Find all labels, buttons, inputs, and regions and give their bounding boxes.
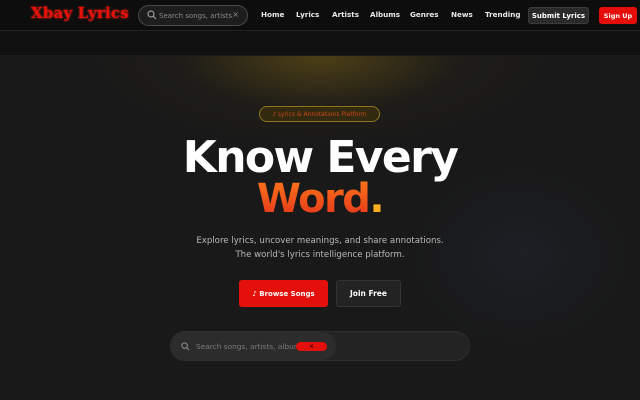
nav-link-albums[interactable]: Albums xyxy=(370,10,400,19)
nav-link-genres[interactable]: Genres xyxy=(410,10,439,19)
submit-lyrics-button[interactable]: Submit Lyrics xyxy=(528,7,589,24)
nav-link-news[interactable]: News xyxy=(451,10,473,19)
close-icon[interactable]: × xyxy=(232,10,239,19)
hero-subtitle: Explore lyrics, uncover meanings, and sh… xyxy=(196,236,444,260)
sub-bar xyxy=(0,31,640,56)
nav-link-trending[interactable]: Trending xyxy=(485,10,521,19)
search-icon xyxy=(147,10,157,20)
join-free-button[interactable]: Join Free xyxy=(336,280,401,307)
nav-search-box[interactable]: × xyxy=(138,5,248,26)
hero-headline-word: Word xyxy=(256,176,371,222)
hero-headline-dot: . xyxy=(369,176,384,222)
nav-link-lyrics[interactable]: Lyrics xyxy=(296,10,319,19)
hero-headline-accent: Word. xyxy=(0,176,640,222)
hero-headline: Know Every xyxy=(182,132,459,183)
hero-section: ♪ Lyrics & Annotations Platform Know Eve… xyxy=(0,56,640,400)
hero-search-field[interactable]: × xyxy=(171,332,336,360)
hero-tag-badge: ♪ Lyrics & Annotations Platform xyxy=(259,106,380,122)
hero-search-input[interactable] xyxy=(196,339,308,353)
navbar: Xbay Lyrics × Home Lyrics Artists Albums… xyxy=(0,0,640,31)
hero-search-bar[interactable]: × xyxy=(170,331,470,361)
sign-up-button[interactable]: Sign Up xyxy=(599,7,637,24)
search-icon xyxy=(181,342,190,351)
nav-search-input[interactable] xyxy=(159,8,233,24)
brand-logo[interactable]: Xbay Lyrics xyxy=(31,4,129,22)
browse-songs-button[interactable]: ♪ Browse Songs xyxy=(239,280,328,307)
nav-link-artists[interactable]: Artists xyxy=(332,10,359,19)
nav-link-home[interactable]: Home xyxy=(261,10,284,19)
close-icon[interactable]: × xyxy=(296,342,327,351)
